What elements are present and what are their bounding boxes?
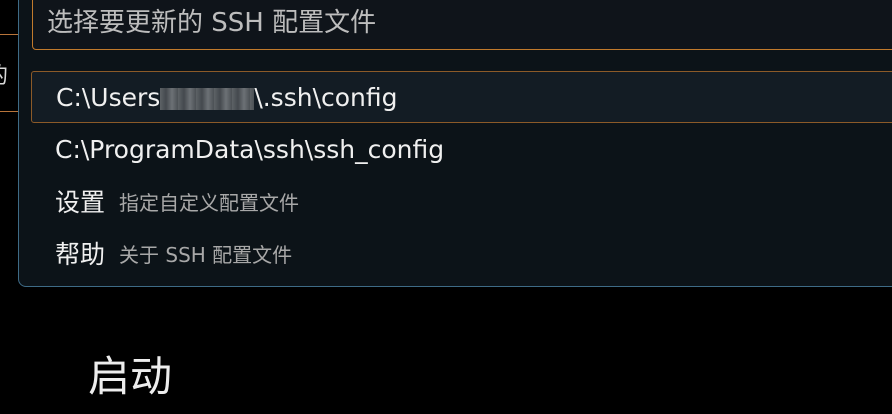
config-option-programdata[interactable]: C:\ProgramData\ssh\ssh_config bbox=[31, 123, 892, 175]
help-option-description: 关于 SSH 配置文件 bbox=[119, 242, 293, 267]
config-option-user[interactable]: C:\Users \.ssh\config bbox=[31, 71, 892, 123]
quick-pick-list: C:\Users \.ssh\config C:\ProgramData\ssh\… bbox=[31, 71, 892, 279]
quick-pick-input[interactable] bbox=[47, 5, 867, 41]
quick-pick-input-box[interactable] bbox=[32, 0, 892, 50]
settings-option[interactable]: 设置 指定自定义配置文件 bbox=[31, 175, 892, 227]
help-option-label: 帮助 bbox=[55, 240, 106, 269]
background-partial-text: 的 bbox=[0, 62, 8, 92]
redacted-username bbox=[160, 87, 255, 110]
editor-window: 的 启动 C:\Users\.ssh\config C:\ProgramData… bbox=[0, 0, 892, 414]
config-option-programdata-label: C:\ProgramData\ssh\ssh_config bbox=[55, 134, 445, 164]
help-option[interactable]: 帮助 关于 SSH 配置文件 bbox=[31, 227, 892, 279]
settings-option-description: 指定自定义配置文件 bbox=[119, 190, 300, 215]
config-option-user-label: C:\Users \.ssh\config bbox=[56, 82, 398, 112]
settings-option-label: 设置 bbox=[55, 188, 106, 217]
launch-heading: 启动 bbox=[88, 352, 173, 401]
